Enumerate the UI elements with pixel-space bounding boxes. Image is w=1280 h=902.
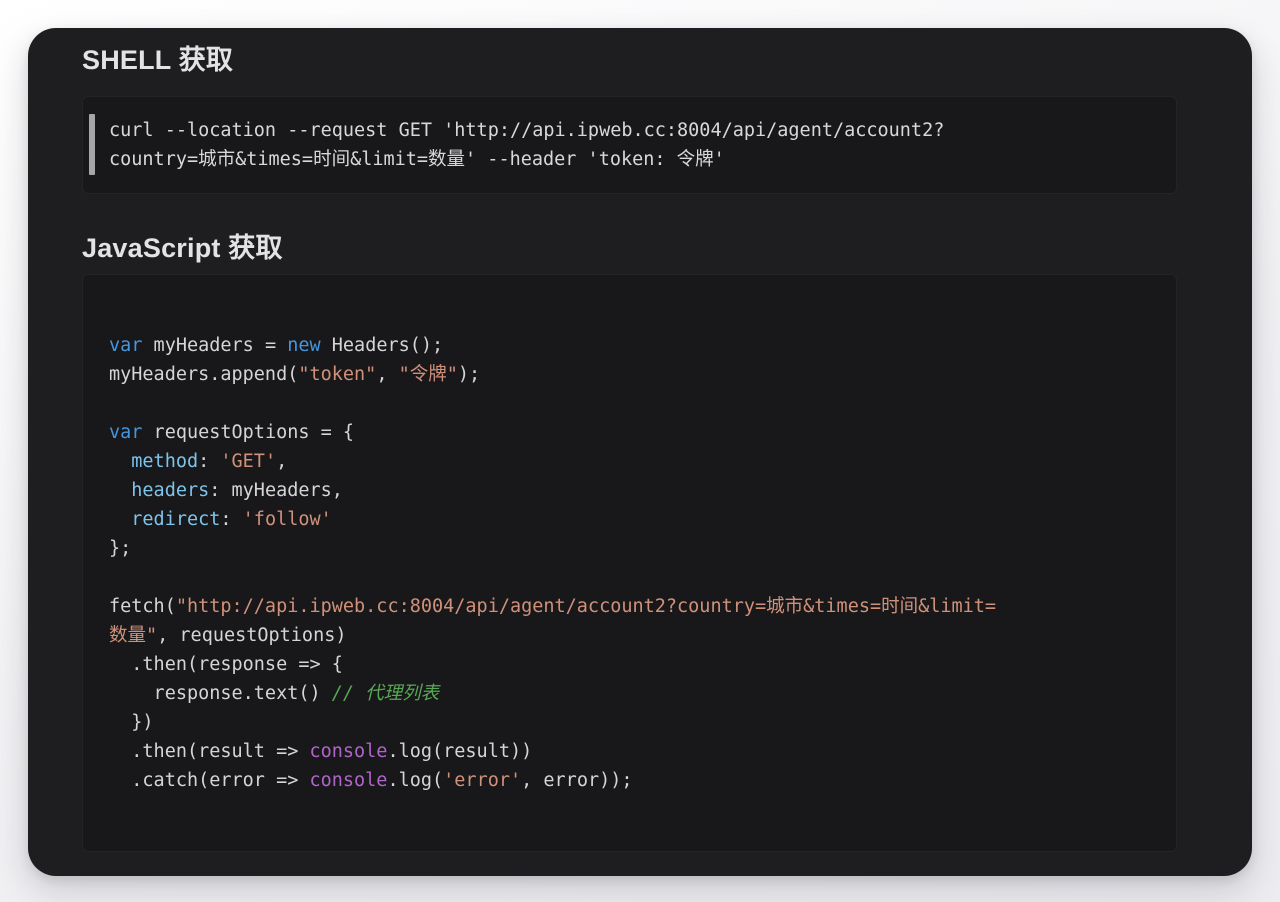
javascript-code: var myHeaders = new Headers();myHeaders.… xyxy=(109,331,1150,795)
api-doc-card: SHELL 获取 curl --location --request GET '… xyxy=(28,28,1252,876)
javascript-section-heading: JavaScript 获取 xyxy=(82,232,1177,264)
shell-section-heading: SHELL 获取 xyxy=(82,44,1177,76)
shell-code-block: curl --location --request GET 'http://ap… xyxy=(82,96,1177,194)
shell-code: curl --location --request GET 'http://ap… xyxy=(109,116,1162,174)
quote-bar xyxy=(89,114,95,175)
javascript-section: JavaScript 获取 var myHeaders = new Header… xyxy=(82,232,1177,852)
shell-section: SHELL 获取 curl --location --request GET '… xyxy=(82,44,1177,194)
javascript-code-block: var myHeaders = new Headers();myHeaders.… xyxy=(82,274,1177,852)
